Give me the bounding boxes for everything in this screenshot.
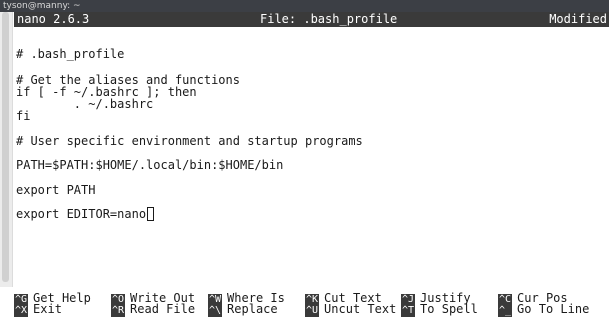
shortcut-label: Exit <box>33 302 62 316</box>
shortcut-key: ^X <box>14 305 29 317</box>
shortcut-key: ^R <box>111 305 126 317</box>
shortcut-key: ^U <box>305 305 320 317</box>
editor-line[interactable]: . ~/.bashrc <box>16 97 153 111</box>
shortcut-label: To Spell <box>420 302 478 316</box>
shortcut-label: Uncut Text <box>324 302 397 316</box>
scrollbar[interactable] <box>0 12 13 287</box>
editor-line[interactable]: fi <box>16 109 30 123</box>
file-name: File: .bash_profile <box>260 12 398 26</box>
nano-version: nano 2.6.3 <box>17 12 90 26</box>
editor-line[interactable]: # .bash_profile <box>16 47 124 61</box>
text-cursor <box>147 207 155 221</box>
modified-status: Modified <box>549 12 607 26</box>
nano-header: nano 2.6.3 File: .bash_profile Modified <box>14 12 609 27</box>
scrollbar-thumb[interactable] <box>2 12 9 282</box>
window-title: tyson@manny: ~ <box>0 0 609 12</box>
editor-line-text[interactable]: export EDITOR=nano <box>16 207 146 221</box>
editor-line[interactable]: # User specific environment and startup … <box>16 134 363 148</box>
shortcut-label: Replace <box>227 302 278 316</box>
shortcut-label: Go To Line <box>517 302 590 316</box>
shortcut-label: Read File <box>130 302 196 316</box>
shortcut-key: ^\ <box>208 305 223 317</box>
shortcut-key: ^T <box>401 305 416 317</box>
editor-line[interactable]: export PATH <box>16 183 95 197</box>
shortcut-key: ^_ <box>498 305 513 317</box>
editor-line-current[interactable]: export EDITOR=nano <box>16 207 155 221</box>
editor-line[interactable]: PATH=$PATH:$HOME/.local/bin:$HOME/bin <box>16 158 283 172</box>
